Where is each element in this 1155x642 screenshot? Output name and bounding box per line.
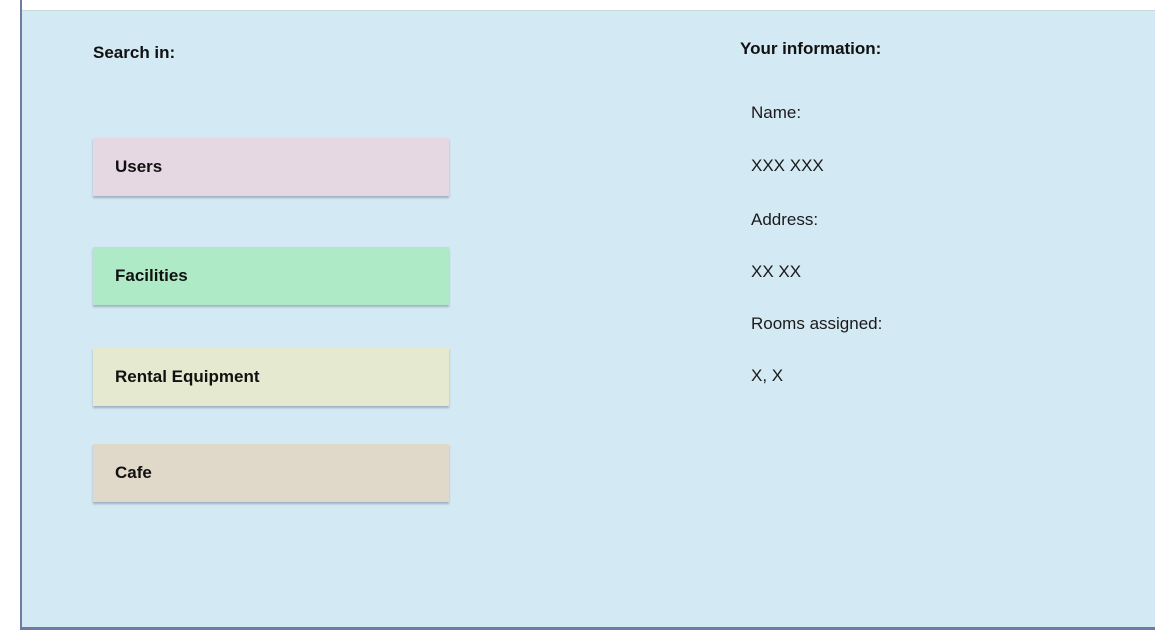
address-value: XX XX xyxy=(751,262,802,281)
rental-equipment-button[interactable]: Rental Equipment xyxy=(93,348,449,406)
users-button-label: Users xyxy=(115,157,163,176)
cafe-button[interactable]: Cafe xyxy=(93,444,449,502)
cafe-button-label: Cafe xyxy=(115,463,152,482)
rooms-assigned-value: X, X xyxy=(751,366,784,385)
panel-top-edge xyxy=(22,10,1155,11)
name-label: Name: xyxy=(751,103,802,122)
info-heading: Your information: xyxy=(740,39,882,58)
rental-equipment-button-label: Rental Equipment xyxy=(115,367,260,386)
facilities-button-label: Facilities xyxy=(115,266,188,285)
main-panel xyxy=(20,10,1155,630)
rooms-assigned-label: Rooms assigned: xyxy=(751,314,883,333)
address-label: Address: xyxy=(751,210,819,229)
facilities-button[interactable]: Facilities xyxy=(93,247,449,305)
search-heading: Search in: xyxy=(93,43,176,62)
users-button[interactable]: Users xyxy=(93,138,449,196)
name-value: XXX XXX xyxy=(751,156,824,175)
